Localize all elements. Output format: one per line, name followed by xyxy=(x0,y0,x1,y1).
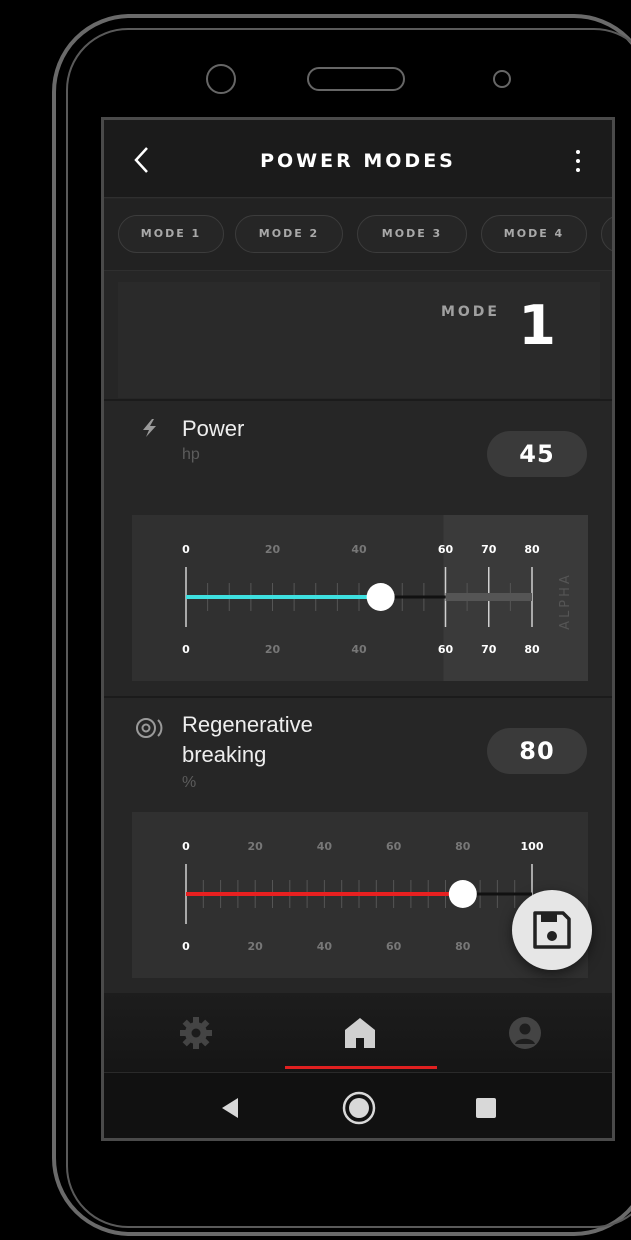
power-slider[interactable]: 0 20 40 60 70 80 0 20 40 60 70 80 ALPHA xyxy=(132,515,588,681)
back-triangle-icon[interactable] xyxy=(220,1097,240,1119)
system-nav-bar xyxy=(104,1072,612,1138)
slider-thumb xyxy=(448,880,477,908)
top-tick-label: 0 xyxy=(182,543,190,556)
power-title: Power xyxy=(182,416,245,441)
top-tick-label: 100 xyxy=(521,840,544,853)
top-tick-label: 40 xyxy=(351,543,367,556)
more-vertical-icon[interactable] xyxy=(576,150,582,174)
active-tab-indicator xyxy=(285,1066,437,1069)
bottom-tick-label: 20 xyxy=(248,940,264,953)
power-slider-track[interactable]: 0 20 40 60 70 80 0 20 40 60 70 80 ALPHA xyxy=(132,515,588,681)
regen-title-line2: breaking xyxy=(182,742,267,767)
tab-mode-more[interactable] xyxy=(601,215,612,253)
alpha-range xyxy=(445,593,532,601)
bottom-tick-label: 40 xyxy=(317,940,333,953)
top-tick-label: 20 xyxy=(248,840,264,853)
top-tick-label: 0 xyxy=(182,840,190,853)
tab-mode-1[interactable]: MODE 1 xyxy=(118,215,224,253)
lightning-icon xyxy=(143,419,156,437)
top-tick-label: 80 xyxy=(524,543,540,556)
save-button[interactable] xyxy=(512,890,592,970)
app-header: POWER MODES xyxy=(104,120,612,198)
power-value[interactable]: 45 xyxy=(487,431,587,477)
bottom-tick-label: 70 xyxy=(481,643,497,656)
bottom-tick-label: 60 xyxy=(386,940,402,953)
section-divider xyxy=(104,399,612,401)
mode-label: MODE xyxy=(440,304,500,320)
bottom-tick-label: 0 xyxy=(182,940,190,953)
slider-thumb xyxy=(366,583,395,611)
top-tick-label: 70 xyxy=(481,543,497,556)
power-unit: hp xyxy=(182,446,200,463)
regen-title-line1: Regenerative xyxy=(182,712,313,737)
mode-card: MODE 1 xyxy=(118,282,600,398)
alpha-side-label: ALPHA xyxy=(558,572,573,630)
save-icon xyxy=(533,911,571,949)
home-icon[interactable] xyxy=(342,1015,378,1051)
page-title: POWER MODES xyxy=(260,150,456,172)
home-circle-icon[interactable] xyxy=(342,1091,376,1125)
tab-mode-3[interactable]: MODE 3 xyxy=(357,215,467,253)
regen-unit: % xyxy=(182,774,197,791)
top-tick-label: 40 xyxy=(317,840,333,853)
regen-brake-icon xyxy=(136,718,163,738)
top-tick-label: 80 xyxy=(455,840,471,853)
user-icon[interactable] xyxy=(507,1015,543,1051)
bottom-tick-label: 80 xyxy=(524,643,540,656)
regen-value[interactable]: 80 xyxy=(487,728,587,774)
bottom-tick-label: 80 xyxy=(455,940,471,953)
tab-mode-2[interactable]: MODE 2 xyxy=(235,215,343,253)
tab-mode-4[interactable]: MODE 4 xyxy=(481,215,587,253)
bottom-tick-label: 0 xyxy=(182,643,190,656)
gear-icon[interactable] xyxy=(178,1015,214,1051)
mode-tabs: MODE 1 MODE 2 MODE 3 MODE 4 xyxy=(104,199,612,271)
section-divider xyxy=(104,696,612,698)
bottom-tick-label: 60 xyxy=(438,643,454,656)
front-camera xyxy=(206,64,236,94)
top-tick-label: 20 xyxy=(265,543,281,556)
top-tick-label: 60 xyxy=(438,543,454,556)
app-screen: POWER MODES MODE 1 MODE 2 MODE 3 MODE 4 … xyxy=(101,117,615,1141)
bottom-tick-label: 20 xyxy=(265,643,281,656)
bottom-nav xyxy=(104,993,612,1075)
recents-square-icon[interactable] xyxy=(475,1097,497,1119)
earpiece-speaker xyxy=(307,67,405,91)
mode-number: 1 xyxy=(518,294,556,357)
proximity-sensor xyxy=(493,70,511,88)
top-tick-label: 60 xyxy=(386,840,402,853)
bottom-tick-label: 40 xyxy=(351,643,367,656)
